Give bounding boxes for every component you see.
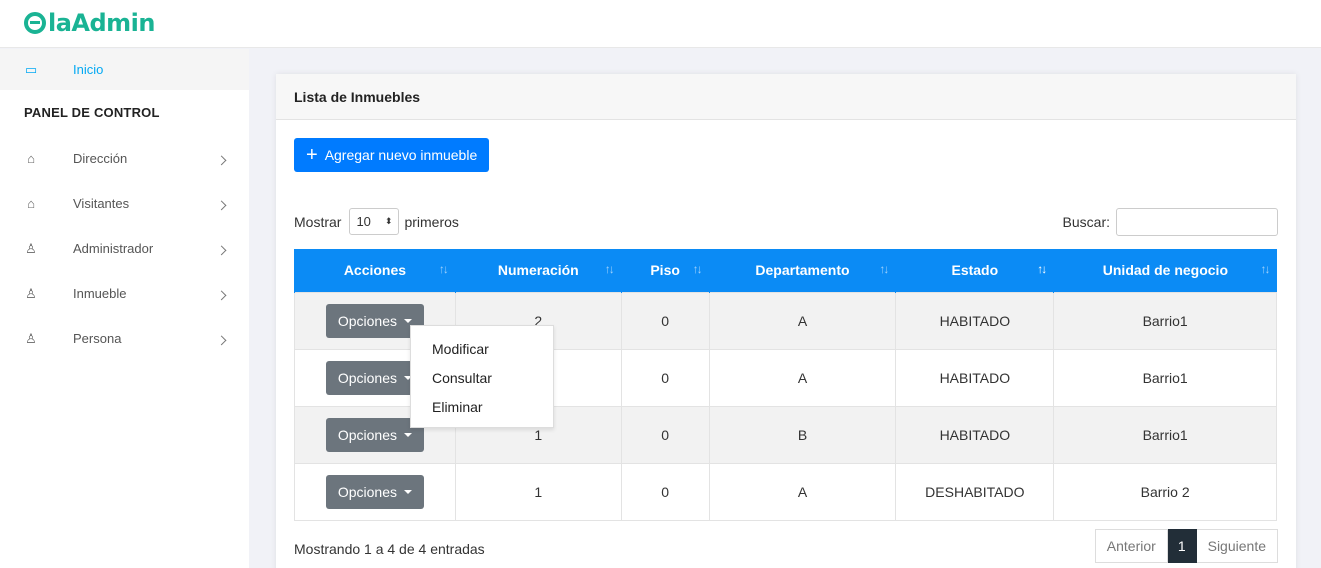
column-header-estado[interactable]: Estado ↑↓ [895, 249, 1054, 292]
sidebar-item-direccion[interactable]: ⌂ Dirección [0, 136, 249, 181]
sidebar-item-persona[interactable]: ♙ Persona [0, 316, 249, 361]
home-icon: ⌂ [27, 196, 35, 211]
building-icon: ⌂ [27, 151, 35, 166]
sort-icon: ↑↓ [438, 262, 449, 276]
estado-cell: DESHABITADO [895, 462, 1055, 521]
top-header: laAdmin [0, 0, 1321, 48]
brand-logo[interactable]: laAdmin [24, 9, 156, 37]
opciones-dropdown-menu: Modificar Consultar Eliminar [410, 325, 554, 428]
plus-icon: + [306, 144, 318, 166]
sort-icon: ↑↓ [1260, 262, 1271, 276]
column-header-departamento[interactable]: Departamento ↑↓ [708, 249, 896, 292]
sidebar-item-administrador[interactable]: ♙ Administrador [0, 226, 249, 271]
user-icon: ♙ [25, 240, 37, 256]
menu-item-consultar[interactable]: Consultar [411, 364, 553, 393]
sort-icon: ↑↓ [692, 262, 703, 276]
estado-cell: HABITADO [895, 405, 1055, 464]
sidebar-item-label: Dirección [73, 151, 128, 166]
search-label: Buscar: [1062, 214, 1110, 230]
departamento-cell: A [708, 462, 897, 521]
length-prefix: Mostrar [294, 213, 342, 230]
menu-item-modificar[interactable]: Modificar [411, 335, 553, 364]
piso-cell: 0 [620, 348, 710, 407]
departamento-cell: A [708, 348, 897, 407]
chevron-right-icon [216, 334, 227, 345]
menu-item-eliminar[interactable]: Eliminar [411, 393, 553, 422]
sidebar-item-label: Visitantes [73, 196, 130, 211]
page-length-value: 10 [356, 214, 371, 229]
chevron-right-icon [216, 199, 227, 210]
piso-cell: 0 [620, 291, 710, 350]
chevron-right-icon [216, 154, 227, 165]
chevron-right-icon [216, 289, 227, 300]
estado-cell: HABITADO [895, 291, 1055, 350]
sidebar-item-label: Persona [73, 331, 122, 346]
logo-e-icon [24, 12, 46, 34]
sidebar-item-label: Inicio [73, 62, 104, 77]
column-header-piso[interactable]: Piso ↑↓ [620, 249, 710, 292]
column-header-numeracion[interactable]: Numeración ↑↓ [454, 249, 622, 292]
opciones-button[interactable]: Opciones [325, 474, 425, 509]
unidad-cell: Barrio1 [1053, 348, 1277, 407]
laptop-icon: ▭ [24, 61, 38, 77]
inmuebles-card: Lista de Inmuebles + Agregar nuevo inmue… [276, 74, 1296, 568]
unidad-cell: Barrio 2 [1053, 462, 1277, 521]
page-length-select[interactable]: 10 ⬍ [349, 208, 400, 235]
user-icon: ♙ [25, 330, 37, 346]
pagination-next[interactable]: Siguiente [1196, 529, 1278, 563]
sort-icon: ↑↓ [604, 262, 615, 276]
estado-cell: HABITADO [895, 348, 1055, 407]
numeracion-cell: 1 [454, 462, 622, 521]
pagination: Anterior 1 Siguiente [1094, 529, 1278, 563]
pagination-page-1[interactable]: 1 [1167, 529, 1197, 563]
column-header-unidad[interactable]: Unidad de negocio ↑↓ [1053, 249, 1277, 292]
length-suffix: primeros [404, 213, 459, 230]
table-row: Opciones 1 0 A DESHABITADO Barrio 2 [294, 462, 1277, 521]
piso-cell: 0 [620, 462, 710, 521]
caret-down-icon [404, 489, 413, 494]
column-header-acciones[interactable]: Acciones ↑↓ [294, 249, 456, 292]
table-info: Mostrando 1 a 4 de 4 entradas [294, 541, 485, 557]
sidebar-item-label: Inmueble [73, 286, 127, 301]
search-input[interactable] [1116, 208, 1278, 236]
sidebar-item-inmueble[interactable]: ♙ Inmueble [0, 271, 249, 316]
sort-desc-icon: ↑↓ [1037, 262, 1047, 276]
chevron-right-icon [216, 244, 227, 255]
sidebar-item-inicio[interactable]: ▭ Inicio [0, 49, 249, 90]
departamento-cell: B [708, 405, 897, 464]
sidebar-item-label: Administrador [73, 241, 154, 256]
piso-cell: 0 [620, 405, 710, 464]
logo-text: laAdmin [48, 9, 156, 37]
pagination-prev[interactable]: Anterior [1094, 529, 1168, 563]
actions-cell: Opciones [294, 462, 456, 521]
card-title: Lista de Inmuebles [276, 74, 1296, 120]
sidebar: ▭ Inicio PANEL DE CONTROL ⌂ Dirección ⌂ … [0, 49, 249, 568]
unidad-cell: Barrio1 [1053, 291, 1277, 350]
caret-down-icon [404, 432, 413, 437]
sort-icon: ↑↓ [879, 262, 889, 276]
departamento-cell: A [708, 291, 897, 350]
caret-down-icon [404, 318, 413, 323]
updown-arrow-icon: ⬍ [384, 216, 393, 226]
add-inmueble-label: Agregar nuevo inmueble [324, 147, 478, 163]
page-length-control: Mostrar 10 ⬍ primeros [294, 208, 459, 235]
table-header-row: Acciones ↑↓ Numeración ↑↓ Piso ↑↓ Departame… [294, 249, 1277, 292]
sidebar-section-title: PANEL DE CONTROL [24, 105, 160, 120]
sidebar-item-visitantes[interactable]: ⌂ Visitantes [0, 181, 249, 226]
user-icon: ♙ [25, 285, 37, 301]
unidad-cell: Barrio1 [1053, 405, 1277, 464]
add-inmueble-button[interactable]: + Agregar nuevo inmueble [294, 138, 490, 172]
table-search: Buscar: [1063, 208, 1278, 236]
